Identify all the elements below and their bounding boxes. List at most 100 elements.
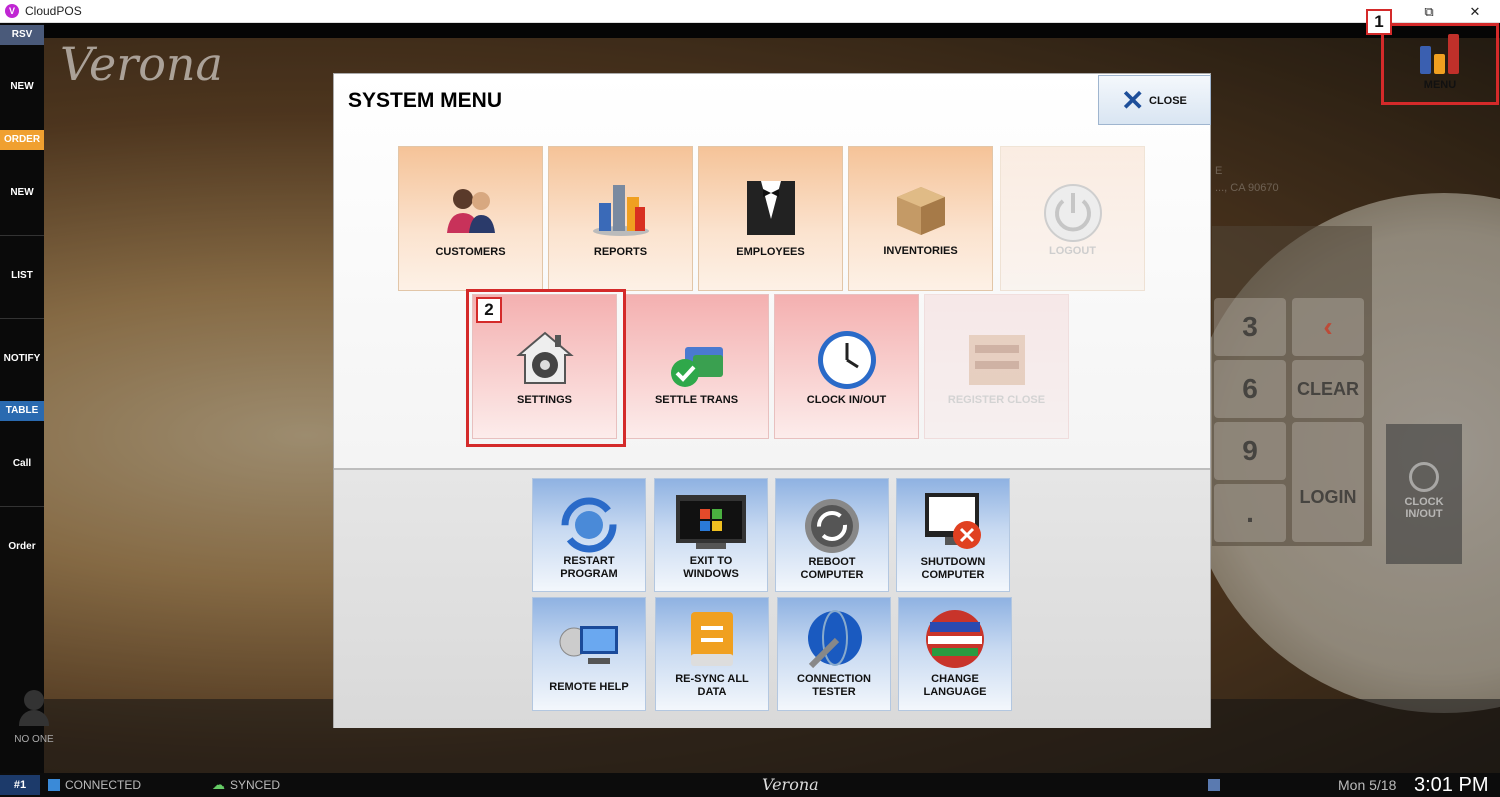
reboot-label-1: REBOOT [808, 556, 856, 568]
customers-label: CUSTOMERS [435, 246, 506, 258]
keypad-9-button[interactable]: 9 [1214, 422, 1286, 480]
sidebar-order-header: ORDER [0, 130, 44, 150]
close-button-label: CLOSE [1149, 95, 1187, 107]
status-bar: #1 CONNECTED ☁ SYNCED Verona Mon 5/18 3:… [0, 773, 1500, 797]
system-section [334, 470, 1210, 728]
status-time: 3:01 PM [1414, 774, 1489, 796]
keypad-backspace-button[interactable]: ‹ [1292, 298, 1364, 356]
sidebar-call[interactable]: Call [0, 458, 44, 469]
exit-windows-label-2: WINDOWS [683, 568, 739, 580]
callout-box-1 [1381, 23, 1499, 105]
shutdown-label-1: SHUTDOWN [920, 556, 986, 568]
clock-label-line1: CLOCK [1404, 496, 1444, 508]
background-logo: Verona [60, 37, 223, 91]
sidebar-notify[interactable]: NOTIFY [0, 353, 44, 364]
dialog-title: SYSTEM MENU [348, 89, 503, 112]
keypad-dot-button[interactable]: . [1214, 484, 1286, 542]
sync-status: SYNCED [230, 778, 281, 792]
inventories-button[interactable]: INVENTORIES [848, 146, 993, 291]
callout-number-2: 2 [476, 297, 502, 323]
keypad-3-button[interactable]: 3 [1214, 298, 1286, 356]
remote-help-icon [559, 626, 618, 664]
clock-in-out-menu-button[interactable]: CLOCK IN/OUT [774, 294, 919, 439]
current-user[interactable]: NO ONE [11, 690, 57, 745]
sidebar-new-order[interactable]: NEW [0, 187, 44, 198]
cloud-sync-icon: ☁ [212, 777, 225, 792]
sidebar-divider [0, 318, 44, 319]
logout-label: LOGOUT [1048, 245, 1097, 257]
keypad-login-button[interactable]: LOGIN [1292, 422, 1364, 542]
power-icon [1043, 184, 1102, 242]
resync-label-2: DATA [697, 686, 727, 698]
restore-window-button[interactable]: ⧉ [1406, 0, 1452, 23]
employees-label: EMPLOYEES [736, 246, 805, 258]
connection-label-1: CONNECTION [797, 673, 871, 685]
change-language-button[interactable]: CHANGE LANGUAGE [898, 597, 1012, 711]
shutdown-label-2: COMPUTER [921, 569, 985, 581]
close-icon: ✕ [1121, 85, 1145, 116]
inventories-label: INVENTORIES [883, 245, 958, 257]
window-title: CloudPOS [25, 4, 82, 18]
keypad-6-button[interactable]: 6 [1214, 360, 1286, 418]
sidebar-divider [0, 235, 44, 236]
inventories-icon [896, 187, 945, 235]
clock-in-out-label: CLOCK IN/OUT [806, 394, 887, 406]
reboot-computer-button[interactable]: REBOOT COMPUTER [775, 478, 889, 592]
current-user-label: NO ONE [14, 734, 54, 745]
remote-help-label: REMOTE HELP [549, 681, 629, 693]
customers-button[interactable]: CUSTOMERS [398, 146, 543, 291]
keyboard-icon[interactable] [1208, 779, 1220, 791]
clock-label-line2: IN/OUT [1405, 508, 1443, 520]
language-label-2: LANGUAGE [923, 686, 987, 698]
customers-icon [446, 189, 495, 233]
exit-windows-label-1: EXIT TO [689, 555, 733, 567]
logout-button[interactable]: LOGOUT [1000, 146, 1145, 291]
settle-trans-icon [670, 347, 723, 387]
sidebar-list[interactable]: LIST [0, 270, 44, 281]
reboot-label-2: COMPUTER [800, 569, 864, 581]
reboot-icon [805, 499, 859, 553]
windows-icon [676, 495, 746, 549]
settle-trans-button[interactable]: SETTLE TRANS [624, 294, 769, 439]
language-label-1: CHANGE [931, 673, 979, 685]
top-band [44, 23, 1500, 38]
resync-all-data-button[interactable]: RE-SYNC ALL DATA [655, 597, 769, 711]
keypad-clear-button[interactable]: CLEAR [1292, 360, 1364, 418]
resync-label-1: RE-SYNC ALL [675, 673, 749, 685]
terminal-number: #1 [0, 775, 40, 795]
status-brand: Verona [762, 775, 819, 794]
system-menu-dialog: SYSTEM MENU ✕ CLOSE CUSTOMERS REPORTS EM… [333, 73, 1211, 728]
register-close-label: REGISTER CLOSE [947, 394, 1046, 406]
register-close-button[interactable]: REGISTER CLOSE [924, 294, 1069, 439]
exit-to-windows-button[interactable]: EXIT TO WINDOWS [654, 478, 768, 592]
connection-label-2: TESTER [812, 686, 856, 698]
employees-button[interactable]: EMPLOYEES [698, 146, 843, 291]
remote-help-button[interactable]: REMOTE HELP [532, 597, 646, 711]
sidebar-divider [0, 506, 44, 507]
sidebar-table-header: TABLE [0, 401, 44, 421]
reports-button[interactable]: REPORTS [548, 146, 693, 291]
sidebar-order[interactable]: Order [0, 541, 44, 552]
restart-label-1: RESTART [563, 555, 615, 567]
shutdown-computer-button[interactable]: SHUTDOWN COMPUTER [896, 478, 1010, 592]
left-sidebar: RSV NEW ORDER NEW LIST NOTIFY TABLE Call… [0, 23, 44, 773]
resync-icon [691, 612, 733, 666]
sidebar-new-reservation[interactable]: NEW [0, 81, 44, 92]
register-close-icon [968, 335, 1025, 385]
reports-icon [592, 185, 649, 236]
language-globe-icon [926, 610, 984, 668]
close-button[interactable]: ✕ CLOSE [1098, 75, 1211, 125]
close-window-button[interactable]: ✕ [1452, 0, 1498, 23]
restart-label-2: PROGRAM [560, 568, 618, 580]
status-date: Mon 5/18 [1338, 777, 1397, 793]
clock-in-out-button[interactable]: CLOCK IN/OUT [1386, 424, 1462, 564]
restart-program-button[interactable]: RESTART PROGRAM [532, 478, 646, 592]
settle-trans-label: SETTLE TRANS [654, 394, 739, 406]
reports-label: REPORTS [593, 246, 648, 258]
employees-icon [746, 181, 795, 235]
store-address: ..., CA 90670 [1215, 182, 1279, 194]
app-logo-icon: V [5, 4, 19, 18]
store-name: E [1215, 165, 1223, 177]
callout-number-1: 1 [1366, 9, 1392, 35]
connection-tester-button[interactable]: CONNECTION TESTER [777, 597, 891, 711]
